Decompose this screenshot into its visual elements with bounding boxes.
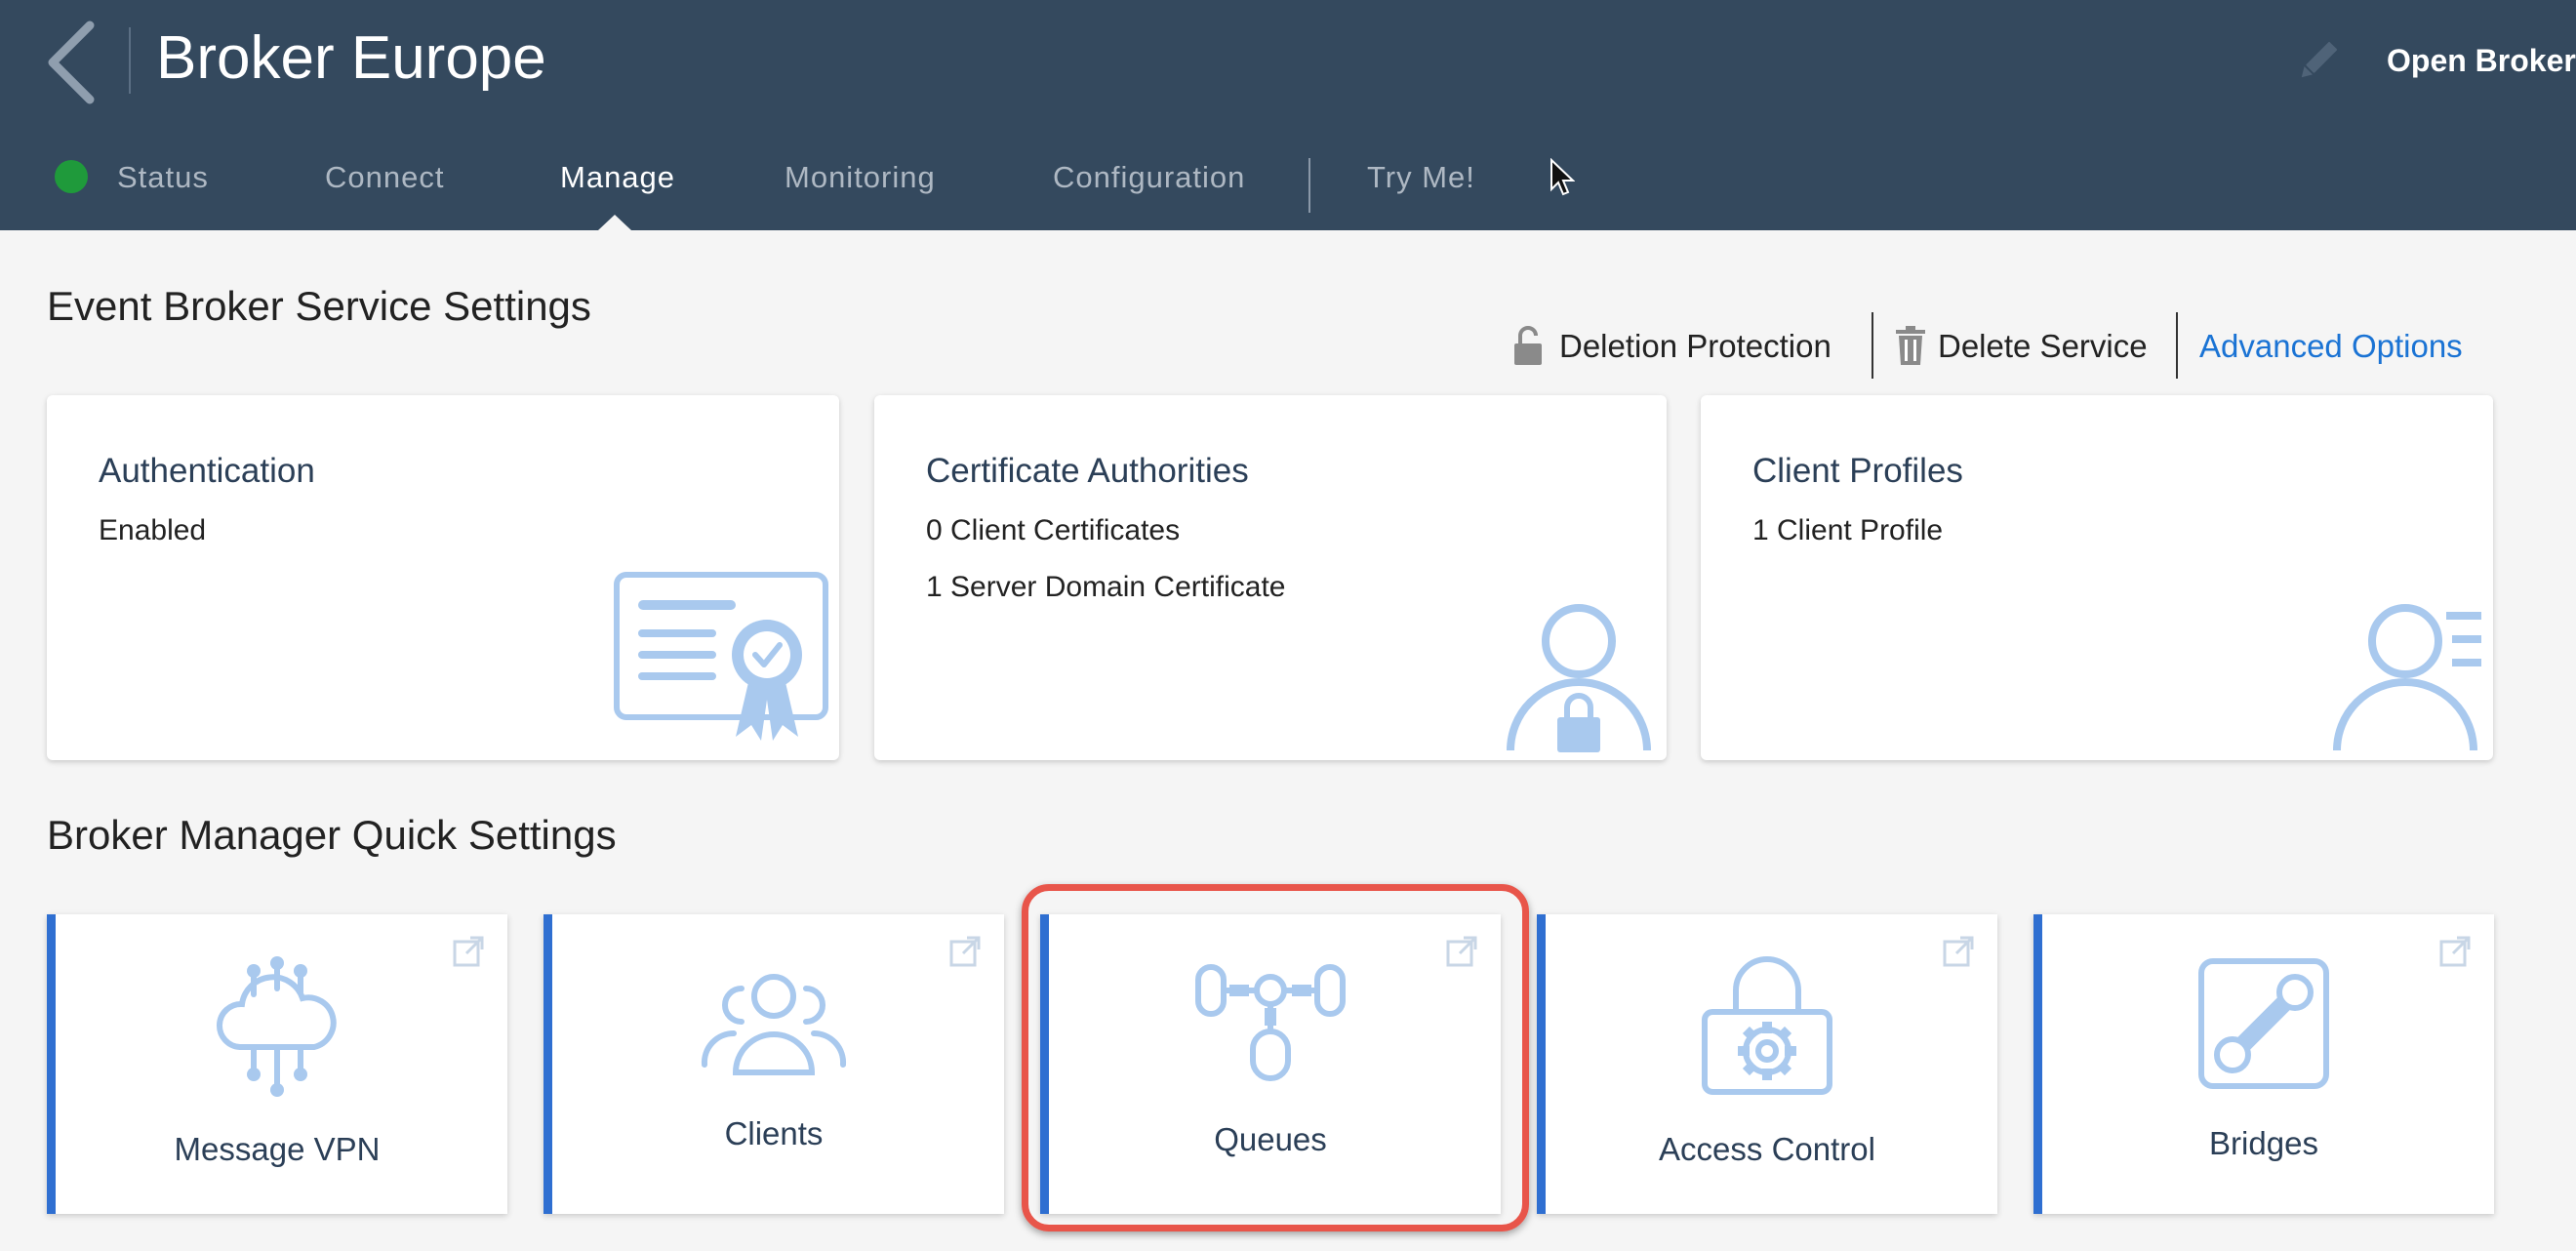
header-divider bbox=[129, 27, 131, 94]
card-detail: 1 Server Domain Certificate bbox=[926, 571, 1286, 603]
tile-accent-bar bbox=[2033, 914, 2042, 1214]
external-link-icon[interactable] bbox=[453, 936, 484, 967]
external-link-icon[interactable] bbox=[1943, 936, 1974, 967]
tab-status[interactable]: Status bbox=[117, 160, 209, 195]
external-link-icon[interactable] bbox=[2439, 936, 2471, 967]
tab-divider bbox=[1308, 158, 1310, 213]
external-link-icon[interactable] bbox=[949, 936, 981, 967]
tile-label: Bridges bbox=[2209, 1125, 2318, 1161]
user-list-icon bbox=[2331, 598, 2487, 759]
page-title: Broker Europe bbox=[156, 24, 546, 92]
pencil-icon[interactable] bbox=[2293, 37, 2342, 86]
open-broker-manager-link[interactable]: Open Broker M bbox=[2387, 43, 2576, 79]
user-lock-icon bbox=[1505, 598, 1661, 759]
active-tab-indicator bbox=[598, 215, 631, 230]
advanced-options-link[interactable]: Advanced Options bbox=[2199, 328, 2463, 365]
tile-label: Clients bbox=[724, 1115, 824, 1151]
tile-label: Access Control bbox=[1659, 1131, 1875, 1167]
card-title: Authentication bbox=[99, 452, 315, 490]
tab-bar: Status Connect Manage Monitoring Configu… bbox=[0, 146, 2576, 230]
mouse-pointer-icon bbox=[1550, 157, 1576, 197]
settings-section-title: Event Broker Service Settings bbox=[47, 283, 591, 329]
tab-try-me[interactable]: Try Me! bbox=[1367, 160, 1475, 195]
back-chevron-icon[interactable] bbox=[39, 14, 107, 111]
tile-accent-bar bbox=[1537, 914, 1546, 1214]
top-header: Broker Europe Open Broker M Status Conne… bbox=[0, 0, 2576, 230]
tab-configuration[interactable]: Configuration bbox=[1053, 160, 1245, 195]
card-detail: 0 Client Certificates bbox=[926, 514, 1181, 546]
tile-accent-bar bbox=[543, 914, 552, 1214]
card-detail: Enabled bbox=[99, 514, 207, 546]
cloud-network-icon bbox=[209, 953, 345, 1105]
deletion-protection-button[interactable]: Deletion Protection bbox=[1559, 328, 1831, 365]
tab-monitoring[interactable]: Monitoring bbox=[785, 160, 936, 195]
bridges-tile[interactable]: Bridges bbox=[2033, 914, 2494, 1214]
action-divider bbox=[1872, 312, 1873, 379]
delete-service-button[interactable]: Delete Service bbox=[1938, 328, 2148, 365]
certificate-icon bbox=[613, 571, 831, 751]
settings-action-bar: Deletion Protection Delete Service Advan… bbox=[1512, 312, 2488, 381]
status-indicator bbox=[55, 160, 88, 193]
client-profiles-card[interactable]: Client Profiles 1 Client Profile bbox=[1701, 395, 2493, 760]
authentication-card[interactable]: Authentication Enabled bbox=[47, 395, 839, 760]
tile-label: Message VPN bbox=[174, 1131, 381, 1167]
card-detail: 1 Client Profile bbox=[1752, 514, 1944, 546]
trash-icon bbox=[1895, 326, 1926, 370]
quick-settings-section-title: Broker Manager Quick Settings bbox=[47, 812, 617, 858]
card-title: Certificate Authorities bbox=[926, 452, 1249, 490]
lock-gear-icon bbox=[1701, 953, 1833, 1101]
certificate-authorities-card[interactable]: Certificate Authorities 0 Client Certifi… bbox=[874, 395, 1667, 760]
access-control-tile[interactable]: Access Control bbox=[1537, 914, 1997, 1214]
unlock-icon bbox=[1512, 324, 1544, 372]
card-title: Client Profiles bbox=[1752, 452, 1963, 490]
action-divider bbox=[2176, 312, 2178, 379]
clients-tile[interactable]: Clients bbox=[543, 914, 1004, 1214]
bridge-icon bbox=[2197, 957, 2330, 1095]
queues-highlight-annotation bbox=[1022, 884, 1529, 1231]
users-icon bbox=[701, 971, 847, 1083]
tab-manage[interactable]: Manage bbox=[560, 160, 675, 195]
tile-accent-bar bbox=[47, 914, 56, 1214]
tab-connect[interactable]: Connect bbox=[325, 160, 444, 195]
message-vpn-tile[interactable]: Message VPN bbox=[47, 914, 507, 1214]
